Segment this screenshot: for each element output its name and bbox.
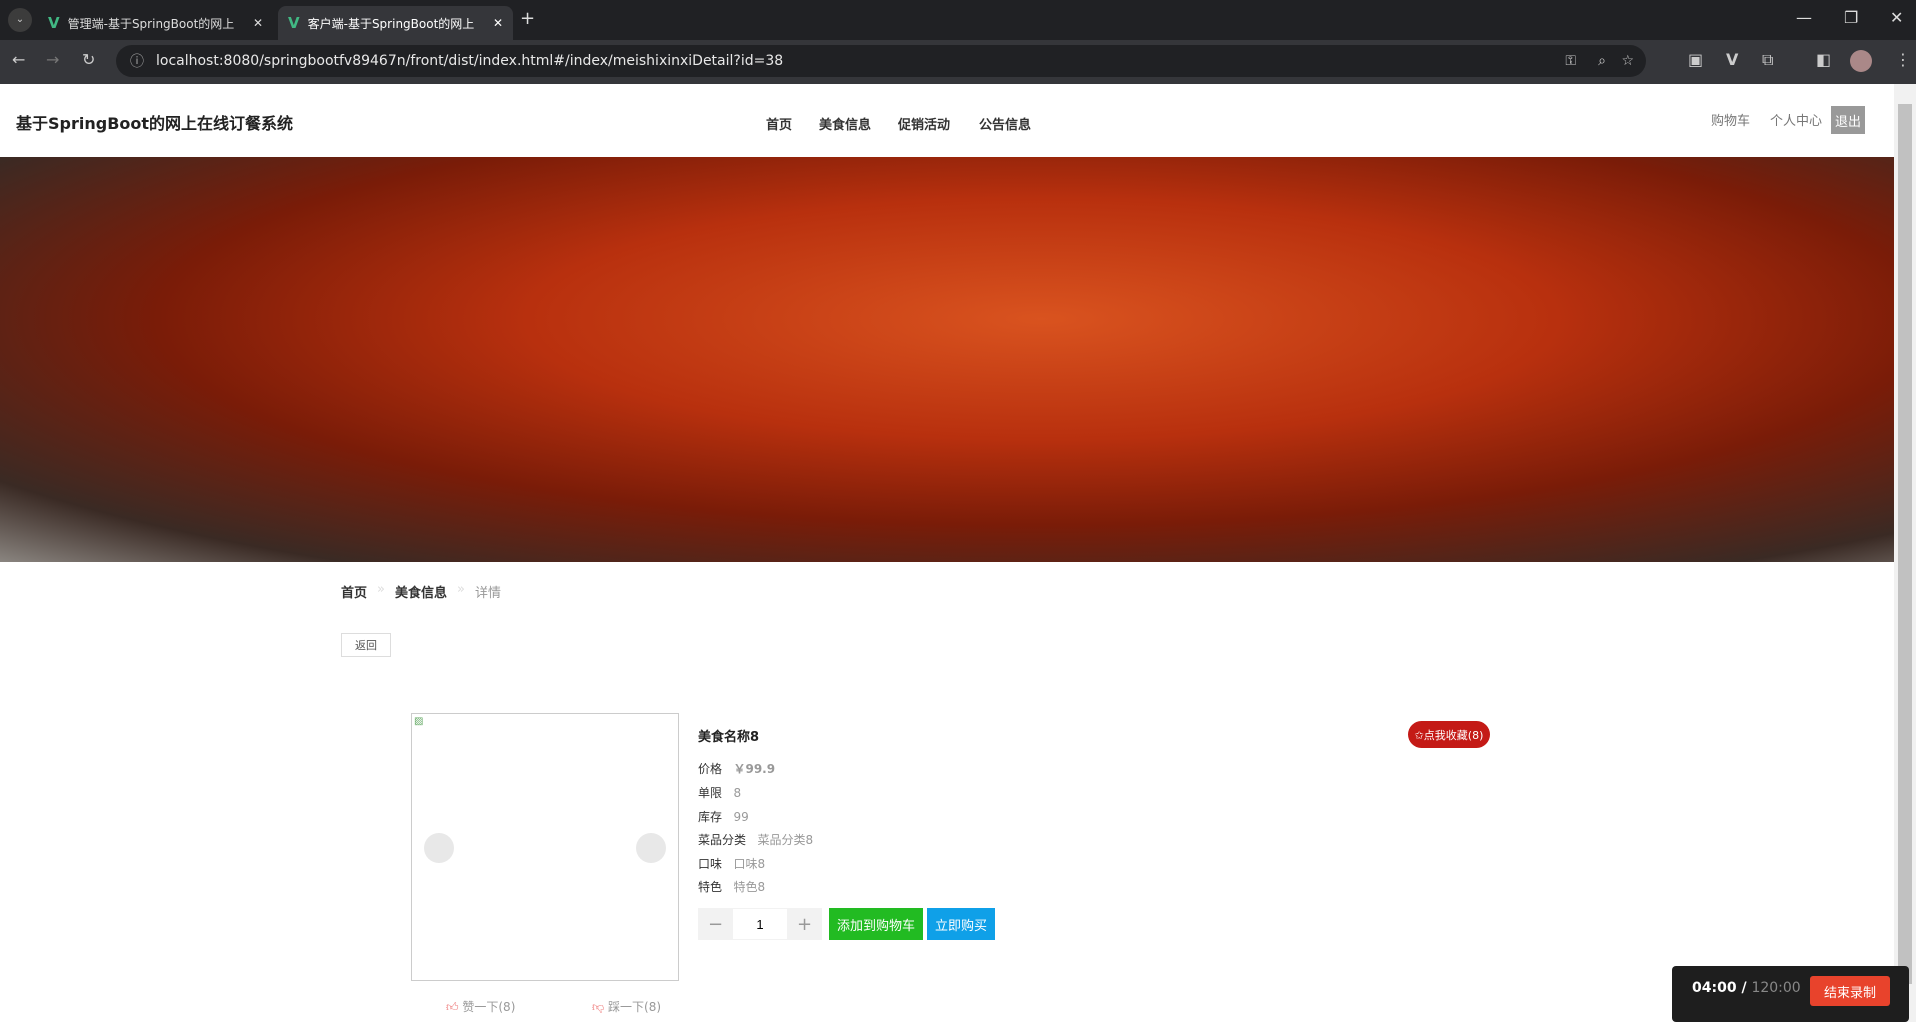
puzzle-icon[interactable]: ⧉ bbox=[1762, 50, 1773, 70]
field-label: 口味 bbox=[698, 857, 723, 871]
vue-icon: V bbox=[48, 14, 60, 32]
increment-button[interactable]: + bbox=[787, 914, 822, 935]
avatar[interactable] bbox=[1850, 50, 1872, 72]
forward-arrow-icon[interactable]: → bbox=[46, 50, 59, 69]
thumbs-down-icon: 👎︎ bbox=[592, 1000, 605, 1014]
field-stock: 库存 99 bbox=[698, 808, 749, 825]
field-value: 99 bbox=[733, 810, 749, 824]
info-icon: ⓘ bbox=[130, 54, 144, 70]
tab-title: 管理端-基于SpringBoot的网上 bbox=[67, 16, 235, 31]
quantity-input[interactable] bbox=[733, 909, 787, 939]
field-limit: 单限 8 bbox=[698, 784, 741, 801]
like-button[interactable]: 👍︎ 赞一下(8) bbox=[446, 998, 515, 1015]
field-value: 菜品分类8 bbox=[757, 833, 814, 847]
broken-image-icon: ▨ bbox=[414, 716, 424, 727]
field-price: 价格 ￥99.9 bbox=[698, 760, 775, 777]
vue-devtools-icon[interactable]: V bbox=[1726, 50, 1738, 69]
product-image-carousel: ▨ bbox=[411, 713, 679, 981]
menu-icon[interactable]: ⋮ bbox=[1895, 50, 1911, 69]
star-icon[interactable]: ☆ bbox=[1621, 53, 1634, 69]
field-value: 特色8 bbox=[733, 880, 766, 894]
vue-icon: V bbox=[288, 14, 300, 32]
breadcrumb-current: 详情 bbox=[474, 586, 501, 601]
cart-link[interactable]: 购物车 bbox=[1711, 110, 1750, 129]
carousel-next-button[interactable] bbox=[636, 833, 666, 863]
price-value: ￥99.9 bbox=[733, 762, 776, 776]
scrollbar[interactable] bbox=[1894, 84, 1916, 1022]
recording-widget: 04:00 / 120:00 结束录制 bbox=[1672, 966, 1909, 1022]
close-icon[interactable]: ✕ bbox=[253, 16, 263, 30]
reload-icon[interactable]: ↻ bbox=[82, 50, 95, 69]
back-button[interactable]: 返回 bbox=[341, 633, 391, 657]
product-name: 美食名称8 bbox=[698, 730, 760, 745]
breadcrumb: 首页» 美食信息» 详情 bbox=[341, 582, 501, 601]
browser-tab[interactable]: V 管理端-基于SpringBoot的网上 ✕ bbox=[38, 6, 273, 40]
dislike-button[interactable]: 👎︎ 踩一下(8) bbox=[592, 998, 661, 1015]
dislike-count: 踩一下(8) bbox=[608, 1000, 662, 1014]
new-tab-button[interactable]: + bbox=[520, 8, 535, 29]
field-value: 口味8 bbox=[733, 857, 766, 871]
buy-now-button[interactable]: 立即购买 bbox=[927, 908, 995, 940]
field-label: 菜品分类 bbox=[698, 833, 747, 847]
address-bar[interactable]: ⓘ localhost:8080/springbootfv89467n/front… bbox=[116, 45, 1646, 77]
browser-toolbar: ← → ↻ ⓘ localhost:8080/springbootfv89467n… bbox=[0, 40, 1916, 84]
field-feature: 特色 特色8 bbox=[698, 878, 765, 895]
field-label: 价格 bbox=[698, 762, 723, 776]
add-to-cart-button[interactable]: 添加到购物车 bbox=[829, 908, 923, 940]
like-count: 赞一下(8) bbox=[462, 1000, 516, 1014]
banner-image bbox=[0, 157, 1894, 562]
side-panel-icon[interactable]: ◧ bbox=[1816, 50, 1831, 69]
carousel-prev-button[interactable] bbox=[424, 833, 454, 863]
field-label: 库存 bbox=[698, 810, 723, 824]
tab-title: 客户端-基于SpringBoot的网上 bbox=[307, 16, 475, 31]
nav-announcements[interactable]: 公告信息 bbox=[979, 114, 1031, 133]
minimize-button[interactable]: — bbox=[1796, 8, 1812, 27]
browser-tab-active[interactable]: V 客户端-基于SpringBoot的网上 ✕ bbox=[278, 6, 513, 40]
nav-home[interactable]: 首页 bbox=[766, 114, 792, 133]
back-arrow-icon[interactable]: ← bbox=[12, 50, 25, 69]
field-flavor: 口味 口味8 bbox=[698, 855, 765, 872]
breadcrumb-food-info[interactable]: 美食信息 bbox=[395, 582, 447, 601]
key-icon[interactable]: ⚿ bbox=[1565, 53, 1576, 69]
extension-icon[interactable]: ▣ bbox=[1688, 50, 1703, 69]
url-text: localhost:8080/springbootfv89467n/front/… bbox=[156, 53, 784, 69]
logout-button[interactable]: 退出 bbox=[1831, 106, 1865, 134]
zoom-icon[interactable]: ⌕ bbox=[1598, 53, 1606, 69]
nav-food-info[interactable]: 美食信息 bbox=[819, 114, 871, 133]
breadcrumb-home[interactable]: 首页 bbox=[341, 582, 367, 601]
field-label: 特色 bbox=[698, 880, 723, 894]
close-icon[interactable]: ✕ bbox=[493, 16, 503, 30]
decrement-button[interactable]: − bbox=[698, 914, 733, 935]
restore-button[interactable]: ❐ bbox=[1844, 8, 1858, 27]
browser-tab-bar: ⌄ V 管理端-基于SpringBoot的网上 ✕ V 客户端-基于SpringBoo… bbox=[0, 0, 1916, 40]
site-title: 基于SpringBoot的网上在线订餐系统 bbox=[16, 114, 294, 133]
field-label: 单限 bbox=[698, 786, 723, 800]
thumbs-up-icon: 👍︎ bbox=[446, 1000, 459, 1014]
nav-promotions[interactable]: 促销活动 bbox=[898, 114, 950, 133]
favorite-button[interactable]: ✩点我收藏(8) bbox=[1408, 721, 1490, 748]
tab-list-button[interactable]: ⌄ bbox=[8, 8, 32, 32]
quantity-stepper: − + bbox=[698, 908, 822, 940]
field-category: 菜品分类 菜品分类8 bbox=[698, 831, 813, 848]
stop-recording-button[interactable]: 结束录制 bbox=[1810, 976, 1890, 1006]
site-header: 基于SpringBoot的网上在线订餐系统 首页 美食信息 促销活动 公告信息 … bbox=[0, 84, 1894, 157]
recording-timer: 04:00 / 120:00 bbox=[1692, 980, 1801, 996]
profile-link[interactable]: 个人中心 bbox=[1770, 110, 1822, 129]
close-window-button[interactable]: ✕ bbox=[1890, 8, 1903, 27]
field-value: 8 bbox=[733, 786, 742, 800]
